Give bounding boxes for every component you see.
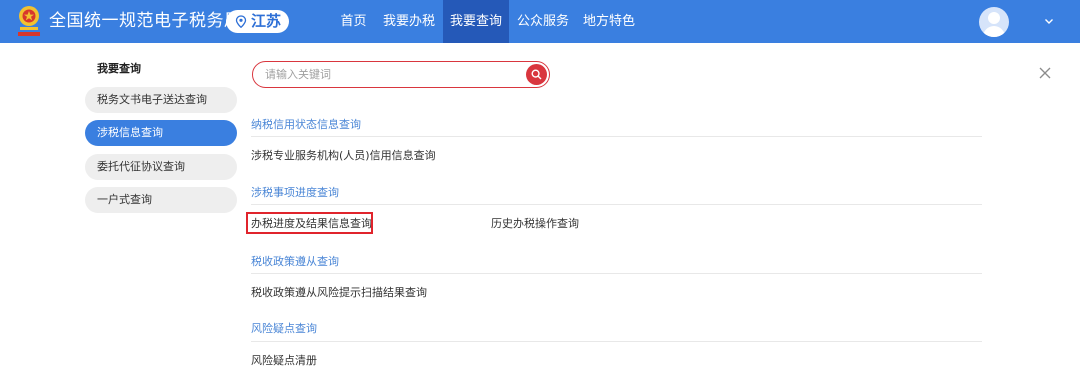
link-risk-list[interactable]: 风险疑点清册	[251, 354, 317, 368]
location-pin-icon	[235, 15, 247, 28]
sidebar-item-one-account[interactable]: 一户式查询	[85, 187, 237, 213]
search-box	[252, 61, 550, 88]
avatar-body	[983, 26, 1005, 37]
section-title-risk-doubts: 风险疑点查询	[251, 322, 317, 335]
region-selector[interactable]: 江苏	[226, 10, 289, 33]
sidebar-item-document-delivery[interactable]: 税务文书电子送达查询	[85, 87, 237, 113]
sidebar-title: 我要查询	[97, 62, 141, 75]
sidebar-item-entrusted-collection[interactable]: 委托代征协议查询	[85, 154, 237, 180]
search-button[interactable]	[526, 64, 547, 85]
main-panel: 纳税信用状态信息查询 涉税专业服务机构(人员)信用信息查询 涉税事项进度查询 办…	[237, 43, 1080, 373]
link-policy-risk-scan[interactable]: 税收政策遵从风险提示扫描结果查询	[251, 286, 427, 300]
nav-local-features[interactable]: 地方特色	[578, 0, 640, 43]
highlight-box	[246, 212, 373, 234]
site-title: 全国统一规范电子税务局	[49, 11, 242, 31]
section-divider	[251, 204, 982, 205]
section-divider	[251, 273, 982, 274]
nav-tax-handling[interactable]: 我要办税	[378, 0, 440, 43]
user-avatar-icon[interactable]	[979, 7, 1009, 37]
section-title-policy-compliance: 税收政策遵从查询	[251, 255, 339, 268]
section-divider	[251, 136, 982, 137]
search-icon	[531, 69, 542, 80]
close-icon[interactable]	[1037, 65, 1053, 81]
chevron-down-icon[interactable]	[1044, 18, 1054, 25]
avatar-head	[988, 12, 1000, 24]
link-agency-credit-info[interactable]: 涉税专业服务机构(人员)信用信息查询	[251, 149, 436, 163]
nav-query[interactable]: 我要查询	[443, 0, 509, 43]
section-title-credit-status: 纳税信用状态信息查询	[251, 118, 361, 131]
sidebar-item-tax-info[interactable]: 涉税信息查询	[85, 120, 237, 146]
section-divider	[251, 341, 982, 342]
section-title-progress: 涉税事项进度查询	[251, 186, 339, 199]
tax-emblem-icon[interactable]	[16, 5, 42, 38]
search-input[interactable]	[265, 66, 515, 83]
nav-home[interactable]: 首页	[332, 0, 375, 43]
top-navbar: 全国统一规范电子税务局 江苏 首页 我要办税 我要查询 公众服务 地方特色	[0, 0, 1080, 43]
region-name: 江苏	[251, 12, 282, 30]
nav-public-service[interactable]: 公众服务	[511, 0, 575, 43]
link-history-operations[interactable]: 历史办税操作查询	[491, 217, 579, 231]
